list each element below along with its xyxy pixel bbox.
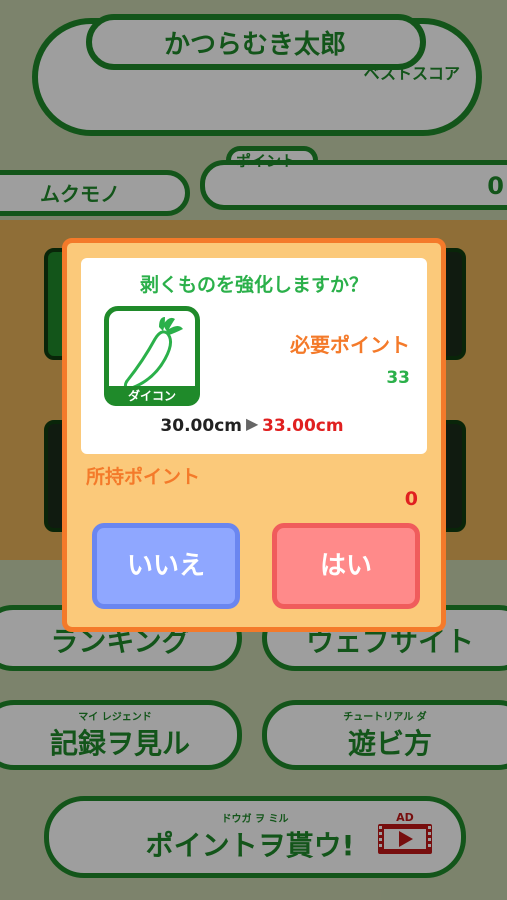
upgraded-size: 33.00cm (262, 416, 344, 436)
no-button[interactable]: いいえ (92, 523, 240, 609)
arrow-right-icon: ▶ (246, 414, 259, 433)
required-points-value: 33 (386, 368, 410, 388)
owned-points-value: 0 (404, 488, 418, 510)
required-points-label: 必要ポイント (290, 333, 410, 357)
current-size: 30.00cm (160, 416, 242, 436)
yes-button[interactable]: はい (272, 523, 420, 609)
item-name: ダイコン (127, 389, 176, 403)
yes-button-label: はい (319, 551, 372, 581)
no-button-label: いいえ (126, 551, 205, 581)
owned-points-label: 所持ポイント (86, 466, 201, 488)
upgrade-question: 剥くものを強化しますか？ (139, 274, 368, 296)
